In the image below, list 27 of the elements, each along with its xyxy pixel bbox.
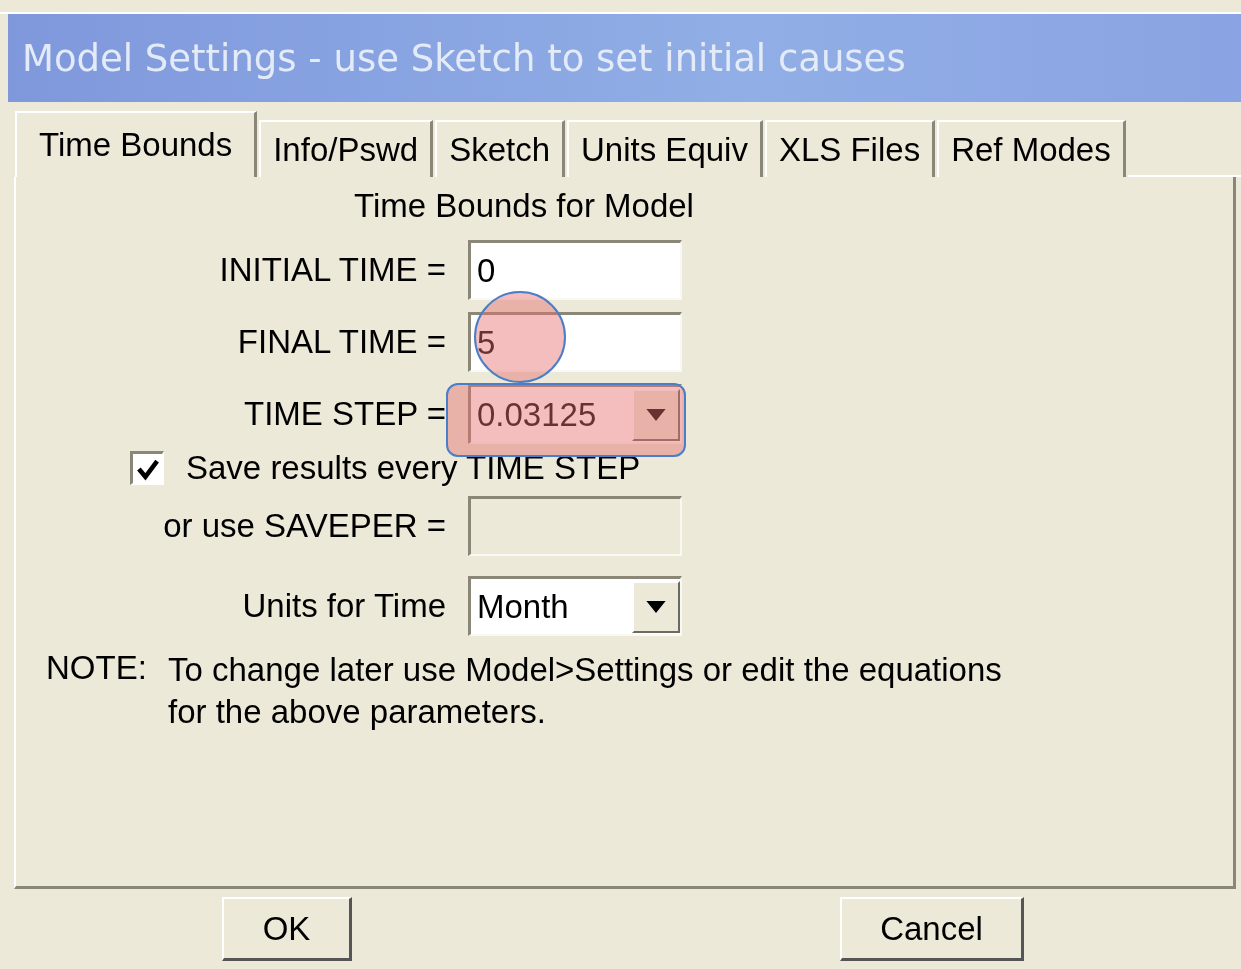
caret-icon [646,408,666,421]
caret-icon [646,600,666,613]
tab[interactable]: Time Bounds [15,111,258,177]
ok-button[interactable]: OK [222,897,352,961]
dropdown-button[interactable] [632,388,680,441]
dropdown-field[interactable]: Month [468,576,682,636]
note-label: NOTE: [46,649,148,688]
dropdown-button[interactable] [632,580,680,633]
field-label: TIME STEP = [242,395,447,433]
dropdown-field[interactable]: 0.03125 [468,384,682,444]
field-label: Units for Time [241,587,447,625]
checkbox[interactable] [130,451,164,485]
field-label: FINAL TIME = [236,323,447,361]
cancel-button[interactable]: Cancel [840,897,1024,961]
field-label: or use SAVEPER = [162,507,447,545]
section-heading: Time Bounds for Model [353,186,695,226]
field-label: INITIAL TIME = [218,251,447,289]
tab[interactable]: XLS Files [764,120,936,177]
input-field[interactable]: 5 [468,312,682,372]
tab[interactable]: Units Equiv [567,120,763,177]
tab[interactable]: Ref Modes [937,120,1126,177]
tab[interactable]: Info/Pswd [259,120,434,177]
note-text: for the above parameters. [168,692,547,732]
note-text: To change later use Model>Settings or edit the equations [168,650,1002,690]
tab[interactable]: Sketch [435,120,565,177]
window-title: Model Settings - use Sketch to set initial causes [22,36,906,80]
input-field[interactable]: 0 [468,240,682,300]
